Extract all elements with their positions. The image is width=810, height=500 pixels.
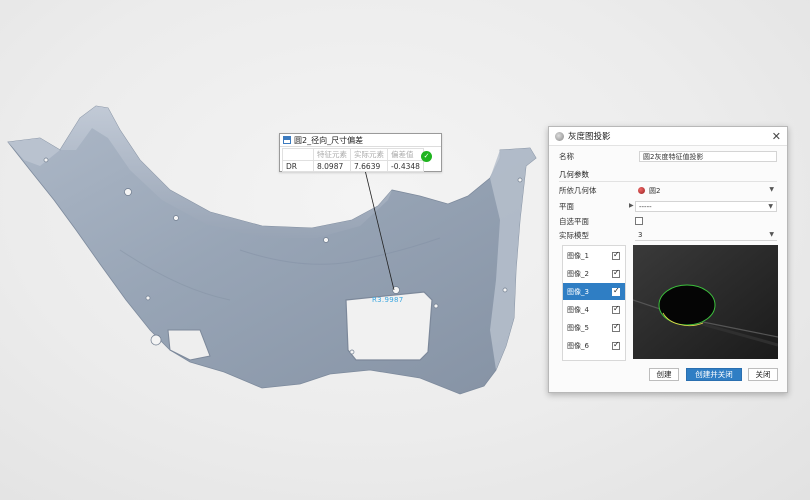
measurement-callout[interactable]: 圆2_径向_尺寸偏差 特征元素 实际元素 偏差值 DR 8.0987 7.663…: [279, 133, 442, 172]
callout-header-nominal: 特征元素: [313, 148, 351, 161]
callout-header-row: 特征元素 实际元素 偏差值: [282, 148, 424, 161]
callout-row-deviation: -0.4348: [387, 160, 424, 172]
expand-arrow-icon[interactable]: ▶: [629, 202, 634, 209]
grayscale-preview-image: [633, 245, 778, 359]
chevron-down-icon: ▼: [769, 231, 774, 238]
dialog-title: 灰度图投影: [568, 132, 611, 142]
callout-title: 圆2_径向_尺寸偏差: [294, 135, 364, 145]
dialog-titlebar[interactable]: 灰度图投影 ✕: [549, 127, 787, 146]
list-item[interactable]: 图像_3: [563, 283, 625, 300]
image-checkbox[interactable]: [612, 286, 620, 296]
callout-row-name: DR: [282, 160, 314, 172]
ref-geometry-label: 所依几何体: [559, 186, 597, 195]
callout-header-actual: 实际元素: [350, 148, 388, 161]
measurement-label: R3.9987: [372, 296, 404, 304]
grayscale-projection-dialog: 灰度图投影 ✕ 名称 圆2灰度特征值投影 几何参数 所依几何体 圆2 ▼ 平面 …: [548, 126, 788, 393]
plane-value: -----: [639, 202, 652, 211]
auto-plane-checkbox[interactable]: [635, 217, 643, 225]
chevron-down-icon: ▼: [768, 203, 773, 210]
list-item[interactable]: 图像_4: [563, 301, 625, 318]
image-checkbox[interactable]: [612, 322, 620, 332]
chevron-down-icon: ▼: [769, 186, 774, 193]
callout-header-blank: [282, 148, 314, 161]
list-item[interactable]: 图像_5: [563, 319, 625, 336]
image-list: 图像_1 图像_2 图像_3 图像_4 图像_5 图像_6: [562, 245, 626, 361]
name-label: 名称: [559, 152, 574, 161]
callout-title-row: 圆2_径向_尺寸偏差: [280, 134, 441, 147]
callout-row-nominal: 8.0987: [313, 160, 351, 172]
image-checkbox[interactable]: [612, 304, 620, 314]
section-geometry: 几何参数: [559, 170, 589, 179]
image-mode-label: 实际模型: [559, 231, 589, 240]
app-icon: [555, 131, 564, 141]
auto-plane-label: 自选平面: [559, 217, 589, 226]
list-item[interactable]: 图像_2: [563, 265, 625, 282]
image-item-label: 图像_3: [567, 287, 589, 296]
close-icon[interactable]: ✕: [772, 130, 781, 143]
plane-label: 平面: [559, 202, 574, 211]
callout-table: 特征元素 实际元素 偏差值 DR 8.0987 7.6639 -0.4348: [282, 148, 424, 172]
pass-status-icon: ✓: [421, 151, 432, 162]
callout-row-actual: 7.6639: [350, 160, 388, 172]
image-mode-value: 3: [638, 231, 643, 239]
image-item-label: 图像_6: [567, 341, 589, 350]
image-item-label: 图像_2: [567, 269, 589, 278]
image-item-label: 图像_5: [567, 323, 589, 332]
image-mode-select[interactable]: 3 ▼: [635, 230, 777, 241]
ref-geometry-select[interactable]: 圆2 ▼: [635, 185, 777, 196]
list-item[interactable]: 图像_1: [563, 247, 625, 264]
image-checkbox[interactable]: [612, 250, 620, 260]
image-checkbox[interactable]: [612, 340, 620, 350]
close-button[interactable]: 关闭: [748, 368, 778, 381]
divider: [559, 181, 777, 182]
plane-select[interactable]: ----- ▼: [635, 201, 777, 212]
table-icon: [283, 136, 291, 144]
ref-geometry-value: 圆2: [649, 186, 661, 195]
create-and-close-button[interactable]: 创建并关闭: [686, 368, 742, 381]
list-item[interactable]: 图像_6: [563, 337, 625, 354]
name-field[interactable]: 圆2灰度特征值投影: [639, 151, 777, 162]
create-button[interactable]: 创建: [649, 368, 679, 381]
image-item-label: 图像_1: [567, 251, 589, 260]
image-item-label: 图像_4: [567, 305, 589, 314]
callout-data-row: DR 8.0987 7.6639 -0.4348: [282, 160, 424, 172]
image-checkbox[interactable]: [612, 268, 620, 278]
circle-feature-icon: [638, 187, 645, 194]
callout-header-deviation: 偏差值: [387, 148, 424, 161]
